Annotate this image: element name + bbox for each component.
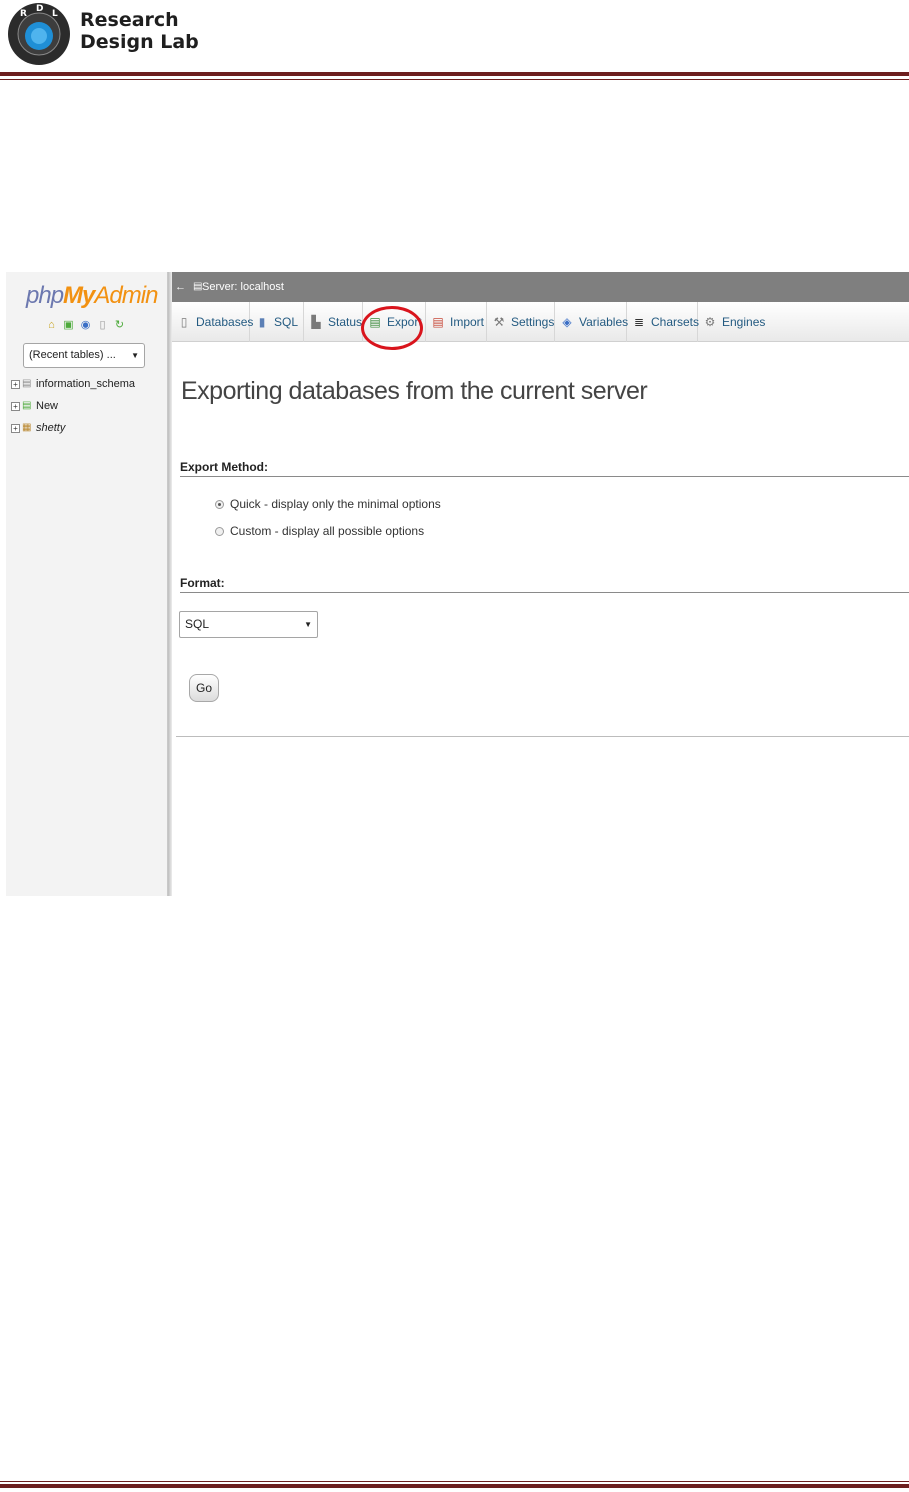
- format-select[interactable]: SQL ▼: [179, 611, 318, 638]
- breadcrumb: ← ▤ Server: localhost: [172, 272, 909, 302]
- database-tables-icon: ▦: [22, 422, 32, 433]
- breadcrumb-server[interactable]: Server: localhost: [202, 272, 284, 302]
- expand-icon[interactable]: +: [11, 401, 20, 411]
- tab-sql[interactable]: ▮ SQL: [250, 302, 304, 342]
- phpmyadmin-logo[interactable]: phpMyAdmin: [26, 282, 158, 310]
- footer-rule-thin: [0, 1481, 909, 1482]
- brand-line-2: Design Lab: [80, 31, 199, 53]
- tab-label: Status: [328, 315, 363, 329]
- tab-label: Variables: [579, 315, 629, 329]
- tree-item-information-schema[interactable]: + ▤ information_schema: [11, 373, 135, 395]
- go-button[interactable]: Go: [189, 674, 219, 702]
- chevron-down-icon: ▼: [131, 351, 139, 360]
- tab-label: Settings: [511, 315, 555, 329]
- format-heading: Format:: [180, 576, 225, 590]
- brand-name: Research Design Lab: [80, 9, 199, 53]
- tab-import[interactable]: ▤ Import: [426, 302, 487, 342]
- recent-tables-value: (Recent tables) ...: [29, 349, 116, 361]
- variables-icon: ◈: [562, 315, 572, 329]
- phpmyadmin-window: phpMyAdmin ⌂ ▣ ◉ ▯ ↻ (Recent tables) ...…: [6, 272, 909, 896]
- brand-line-1: Research: [80, 9, 179, 31]
- status-icon: ▙: [311, 315, 321, 329]
- tab-label: Charsets: [651, 315, 700, 329]
- home-icon[interactable]: ⌂: [45, 318, 58, 332]
- page-title: Exporting databases from the current ser…: [181, 377, 648, 405]
- tree-item-label: shetty: [36, 422, 66, 434]
- logo-letter-r: R: [20, 9, 27, 19]
- server-tabs: ▯ Databases ▮ SQL ▙ Status ▤ Export ▤ Import …: [172, 302, 909, 350]
- format-value: SQL: [185, 617, 210, 631]
- tab-label: Engines: [722, 315, 766, 329]
- engines-icon: ⚙: [704, 315, 716, 329]
- tree-item-shetty[interactable]: + ▦ shetty: [11, 417, 135, 439]
- chevron-down-icon: ▼: [304, 620, 312, 629]
- radio-label: Custom - display all possible options: [230, 524, 425, 538]
- tab-engines[interactable]: ⚙ Engines: [698, 302, 766, 342]
- charsets-icon: ≣: [633, 315, 645, 329]
- new-database-icon: ▤: [22, 400, 32, 411]
- radio-label: Quick - display only the minimal options: [230, 497, 441, 511]
- database-icon: ▤: [22, 378, 32, 389]
- wrench-icon: ⚒: [493, 315, 505, 329]
- tab-variables[interactable]: ◈ Variables: [555, 302, 629, 342]
- section-divider: [180, 592, 909, 593]
- content-divider: [176, 736, 909, 737]
- database-tree: + ▤ information_schema + ▤ New + ▦ shett…: [11, 373, 135, 439]
- tab-settings[interactable]: ⚒ Settings: [487, 302, 555, 342]
- docs-icon[interactable]: ▯: [96, 318, 109, 332]
- query-window-icon[interactable]: ◉: [79, 318, 92, 332]
- navigation-panel: phpMyAdmin ⌂ ▣ ◉ ▯ ↻ (Recent tables) ...…: [6, 272, 168, 896]
- tab-label: Import: [450, 315, 485, 329]
- export-option-quick[interactable]: Quick - display only the minimal options: [215, 497, 441, 511]
- import-icon: ▤: [432, 315, 444, 329]
- tree-item-label: New: [36, 400, 59, 412]
- section-divider: [180, 476, 909, 477]
- tab-label: Databases: [196, 315, 254, 329]
- logo-letter-l: L: [52, 9, 58, 19]
- tree-item-label: information_schema: [36, 378, 136, 390]
- back-arrow-icon[interactable]: ←: [175, 272, 186, 302]
- tab-label: SQL: [274, 315, 299, 329]
- database-icon: ▯: [180, 315, 188, 329]
- header-rule-thick: [0, 72, 909, 76]
- export-method-heading: Export Method:: [180, 460, 268, 474]
- logo-php: php: [26, 282, 64, 309]
- export-highlight-annotation: [361, 306, 423, 350]
- logo-admin: Admin: [94, 282, 158, 309]
- logout-icon[interactable]: ▣: [62, 318, 75, 332]
- tab-status[interactable]: ▙ Status: [304, 302, 363, 342]
- footer-rule-thick: [0, 1484, 909, 1488]
- tab-charsets[interactable]: ≣ Charsets: [627, 302, 700, 342]
- reload-icon[interactable]: ↻: [113, 318, 126, 332]
- rdl-logo: R D L: [8, 3, 70, 65]
- expand-icon[interactable]: +: [11, 423, 20, 433]
- expand-icon[interactable]: +: [11, 379, 20, 389]
- radio-custom[interactable]: [215, 526, 224, 536]
- export-option-custom[interactable]: Custom - display all possible options: [215, 524, 424, 538]
- logo-letter-d: D: [36, 4, 43, 14]
- sql-icon: ▮: [258, 315, 266, 329]
- recent-tables-select[interactable]: (Recent tables) ... ▼: [23, 343, 145, 368]
- tab-databases[interactable]: ▯ Databases: [172, 302, 254, 342]
- logo-my: My: [63, 282, 95, 309]
- radio-quick[interactable]: [215, 499, 224, 509]
- nav-resize-handle[interactable]: [168, 272, 172, 896]
- header-rule-thin: [0, 79, 909, 80]
- nav-icon-bar: ⌂ ▣ ◉ ▯ ↻: [45, 318, 126, 332]
- tree-item-new[interactable]: + ▤ New: [11, 395, 135, 417]
